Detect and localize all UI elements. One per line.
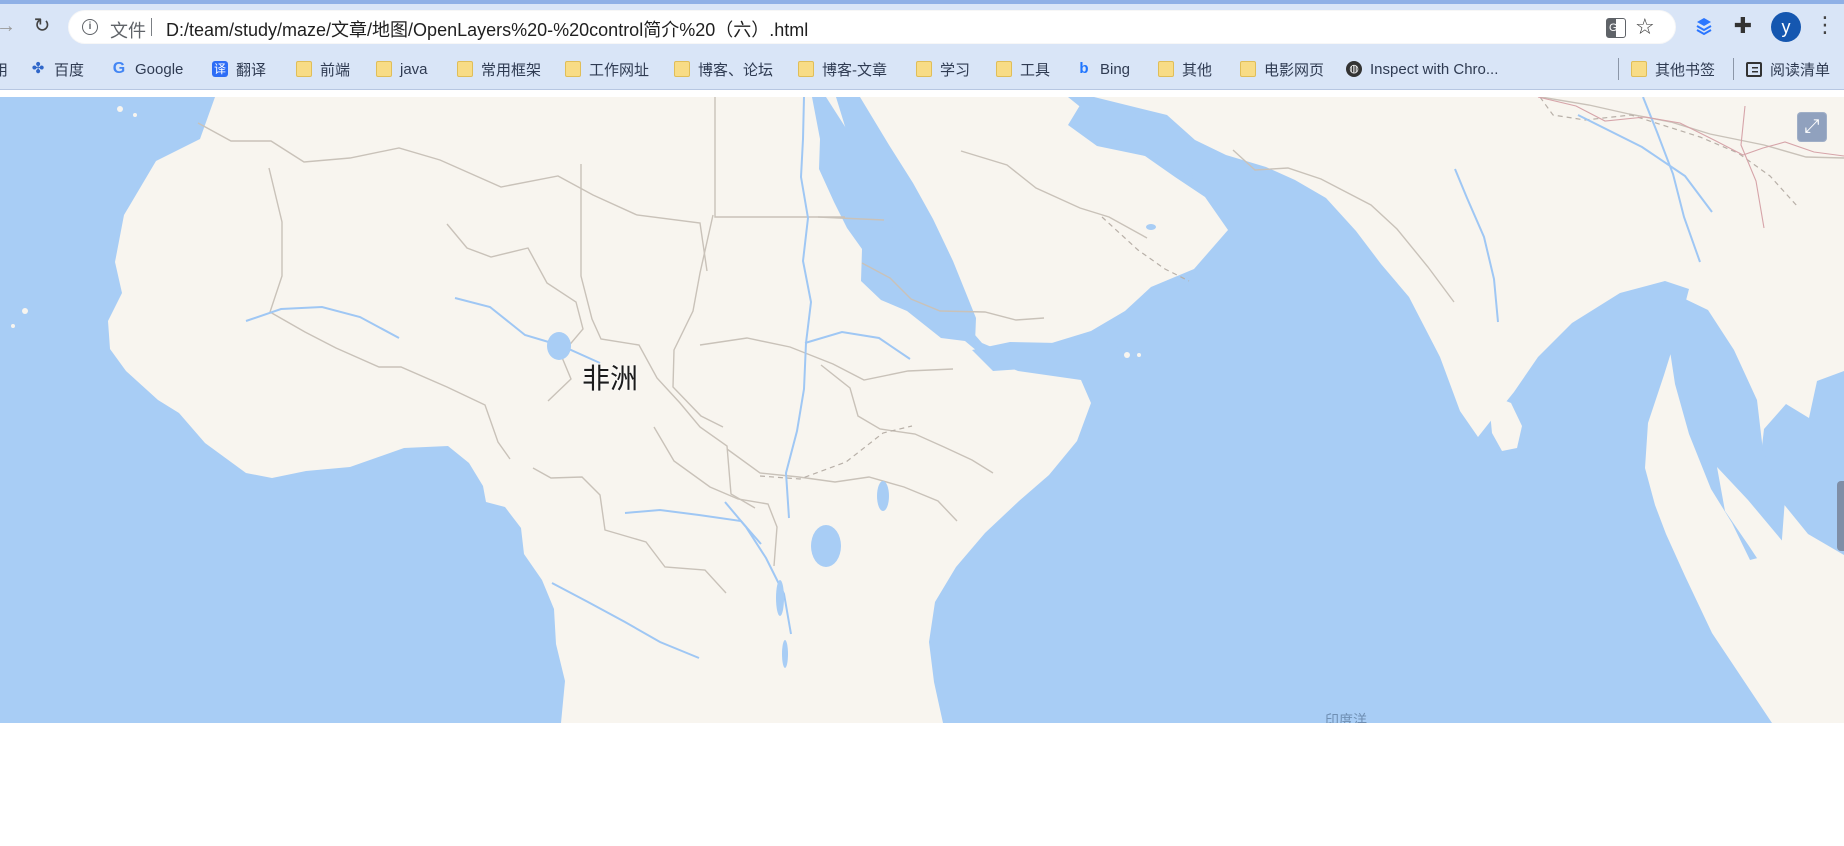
bookmark-item-java[interactable]: java bbox=[376, 57, 428, 81]
bookmarks-bar: 用 ✤ 百度 G Google 译 翻译 前端 java 常用框架 工作网址 博… bbox=[0, 48, 1844, 90]
page-blank-area bbox=[0, 723, 1844, 846]
bookmark-label: 工具 bbox=[1020, 61, 1051, 79]
more-menu-icon[interactable]: ⋮ bbox=[1814, 12, 1836, 42]
reload-icon[interactable]: ↻ bbox=[28, 12, 56, 40]
bookmark-label: 电影网页 bbox=[1264, 61, 1325, 79]
bookmark-label: 常用框架 bbox=[481, 61, 542, 79]
profile-avatar[interactable]: y bbox=[1771, 12, 1801, 42]
baidu-icon: ✤ bbox=[31, 60, 45, 77]
bookmark-item-blogs-forums[interactable]: 博客、论坛 bbox=[674, 57, 773, 81]
map-canvas[interactable]: 非洲 印度洋 ⤢ bbox=[0, 97, 1844, 723]
bookmark-star-icon[interactable]: ☆ bbox=[1635, 14, 1655, 40]
bing-icon: b bbox=[1079, 60, 1089, 77]
bookmark-label: Bing bbox=[1100, 60, 1131, 78]
folder-icon bbox=[674, 61, 690, 77]
bookmark-label: 阅读清单 bbox=[1770, 61, 1831, 79]
bookmark-label: 百度 bbox=[54, 61, 85, 79]
folder-icon bbox=[565, 61, 581, 77]
folder-icon bbox=[996, 61, 1012, 77]
bookmark-item-study[interactable]: 学习 bbox=[916, 57, 970, 81]
bookmark-item-bing[interactable]: b Bing bbox=[1076, 57, 1130, 81]
bookmark-item-apps[interactable]: 用 bbox=[0, 57, 8, 81]
site-info-icon[interactable]: i bbox=[82, 19, 98, 35]
forward-icon[interactable]: → bbox=[0, 12, 20, 40]
fullscreen-button[interactable]: ⤢ bbox=[1797, 112, 1827, 142]
folder-icon bbox=[798, 61, 814, 77]
bookmark-separator bbox=[1618, 58, 1619, 80]
bookmark-label: 博客-文章 bbox=[822, 61, 887, 79]
url-text[interactable]: D:/team/study/maze/文章/地图/OpenLayers%20-%… bbox=[166, 16, 808, 42]
browser-window: → ↻ i 文件 D:/team/study/maze/文章/地图/OpenLa… bbox=[0, 0, 1844, 846]
bookmark-label: 博客、论坛 bbox=[698, 61, 774, 79]
globe-icon: ◍ bbox=[1346, 61, 1362, 77]
folder-icon bbox=[916, 61, 932, 77]
bookmark-label: 工作网址 bbox=[589, 61, 650, 79]
bookmark-item-inspect-chrome[interactable]: ◍ Inspect with Chro... bbox=[1346, 57, 1498, 81]
bookmark-separator bbox=[1733, 58, 1734, 80]
translate-icon: 译 bbox=[212, 61, 228, 77]
folder-icon bbox=[1631, 61, 1647, 77]
bookmark-item-other-bookmarks[interactable]: 其他书签 bbox=[1631, 57, 1715, 81]
folder-icon bbox=[1240, 61, 1256, 77]
bookmark-label: Google bbox=[135, 60, 184, 78]
folder-icon bbox=[1158, 61, 1174, 77]
bookmark-item-other[interactable]: 其他 bbox=[1158, 57, 1212, 81]
reading-list-icon bbox=[1746, 61, 1762, 77]
folder-icon bbox=[376, 61, 392, 77]
stack-extension-icon[interactable] bbox=[1692, 14, 1716, 38]
map-svg bbox=[0, 97, 1844, 723]
bookmark-item-tools[interactable]: 工具 bbox=[996, 57, 1050, 81]
ocean-label-indian-ocean: 印度洋 bbox=[1325, 712, 1367, 723]
bookmark-label: 学习 bbox=[940, 61, 971, 79]
bookmark-item-baidu[interactable]: ✤ 百度 bbox=[30, 57, 84, 81]
bookmark-label: 前端 bbox=[320, 61, 351, 79]
bookmark-item-frontend[interactable]: 前端 bbox=[296, 57, 350, 81]
bookmark-label: 其他书签 bbox=[1655, 61, 1716, 79]
bookmark-item-translate[interactable]: 译 翻译 bbox=[212, 57, 266, 81]
bookmark-item-blog-articles[interactable]: 博客-文章 bbox=[798, 57, 887, 81]
browser-toolbar: → ↻ i 文件 D:/team/study/maze/文章/地图/OpenLa… bbox=[0, 0, 1844, 48]
address-divider bbox=[151, 18, 152, 36]
bookmark-label: java bbox=[400, 60, 428, 78]
continent-label-africa: 非洲 bbox=[582, 363, 639, 394]
folder-icon bbox=[296, 61, 312, 77]
address-bar[interactable]: i 文件 D:/team/study/maze/文章/地图/OpenLayers… bbox=[68, 10, 1676, 44]
translate-icon[interactable]: G bbox=[1606, 18, 1626, 38]
folder-icon bbox=[457, 61, 473, 77]
extensions-puzzle-icon[interactable]: ✚ bbox=[1731, 13, 1755, 38]
bookmark-item-reading-list[interactable]: 阅读清单 bbox=[1746, 57, 1830, 81]
bookmark-item-google[interactable]: G Google bbox=[111, 57, 184, 81]
bookmark-item-work-urls[interactable]: 工作网址 bbox=[565, 57, 649, 81]
scrollbar-thumb[interactable] bbox=[1837, 481, 1844, 551]
bookmark-label: 翻译 bbox=[236, 61, 267, 79]
google-icon: G bbox=[112, 60, 126, 77]
bookmark-label: Inspect with Chro... bbox=[1370, 60, 1499, 78]
site-label: 文件 bbox=[110, 21, 146, 41]
bookmark-label: 其他 bbox=[1182, 61, 1213, 79]
bookmark-label: 用 bbox=[0, 61, 9, 79]
bookmark-item-common-frameworks[interactable]: 常用框架 bbox=[457, 57, 541, 81]
bookmark-item-movie-pages[interactable]: 电影网页 bbox=[1240, 57, 1324, 81]
